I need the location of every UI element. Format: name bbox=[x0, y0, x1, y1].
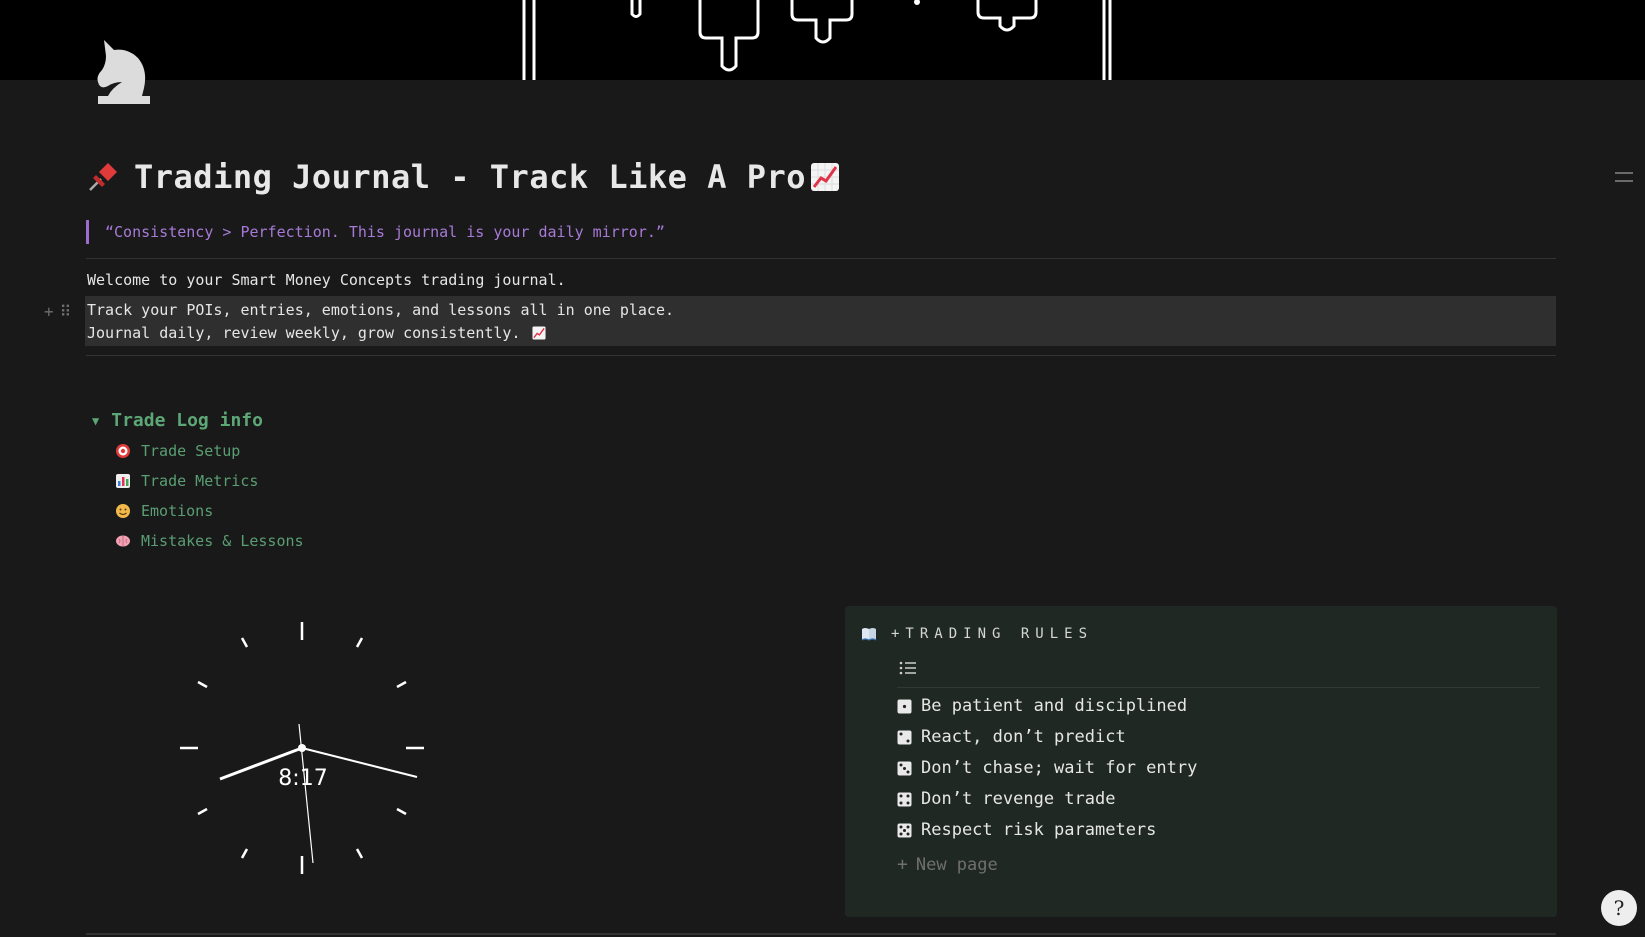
bar-chart-icon bbox=[116, 474, 130, 488]
help-button[interactable]: ? bbox=[1601, 890, 1637, 926]
list-item-trade-setup[interactable]: Trade Setup bbox=[115, 442, 240, 460]
divider bbox=[86, 258, 1556, 259]
target-icon bbox=[116, 444, 130, 458]
list-item-mistakes-lessons[interactable]: Mistakes & Lessons bbox=[115, 532, 304, 550]
trading-rules-callout: +TRADING RULES Be patient and discipline… bbox=[845, 606, 1557, 917]
list-item-label: Trade Metrics bbox=[141, 472, 259, 490]
pushpin-icon bbox=[89, 163, 117, 191]
toggle-label: Trade Log info bbox=[111, 410, 263, 431]
open-book-icon bbox=[861, 628, 877, 641]
rule-item[interactable]: React, don’t predict bbox=[897, 727, 1126, 747]
face-icon bbox=[116, 504, 130, 518]
die-one-icon bbox=[897, 699, 912, 713]
clock-time-label: 8:17 bbox=[278, 766, 327, 791]
analog-clock-widget: 8:17 bbox=[180, 622, 424, 874]
rule-item[interactable]: Respect risk parameters bbox=[897, 820, 1156, 840]
candlestick-cover-art bbox=[522, 0, 1112, 80]
list-item-trade-metrics[interactable]: Trade Metrics bbox=[115, 472, 258, 490]
quote-block[interactable]: “Consistency > Perfection. This journal … bbox=[86, 220, 665, 244]
cover-image bbox=[0, 0, 1645, 80]
page-title[interactable]: Trading Journal - Track Like A Pro bbox=[134, 158, 806, 196]
list-item-label: Mistakes & Lessons bbox=[141, 532, 304, 550]
new-page-label: New page bbox=[915, 854, 998, 875]
divider bbox=[86, 355, 1556, 356]
rule-label: Don’t chase; wait for entry bbox=[921, 758, 1198, 778]
toggle-arrow-icon[interactable]: ▼ bbox=[92, 414, 99, 428]
list-item-label: Emotions bbox=[141, 502, 214, 520]
divider bbox=[86, 933, 1556, 935]
drag-handle-icon[interactable]: ⠿ bbox=[60, 302, 72, 321]
list-view-icon[interactable] bbox=[899, 660, 917, 676]
plus-icon: + bbox=[897, 854, 908, 875]
die-three-icon bbox=[897, 761, 912, 775]
rule-item[interactable]: Be patient and disciplined bbox=[897, 696, 1187, 716]
rule-item[interactable]: Don’t revenge trade bbox=[897, 789, 1115, 809]
chess-knight-icon[interactable] bbox=[92, 38, 154, 108]
rule-label: Respect risk parameters bbox=[921, 820, 1157, 840]
rule-label: React, don’t predict bbox=[921, 727, 1126, 747]
quote-text: “Consistency > Perfection. This journal … bbox=[105, 223, 665, 241]
table-of-contents-indicator[interactable] bbox=[1615, 172, 1633, 188]
die-two-icon bbox=[897, 730, 912, 744]
help-icon: ? bbox=[1613, 896, 1625, 920]
block-handles[interactable]: + ⠿ bbox=[44, 302, 71, 321]
trading-rules-title[interactable]: +TRADING RULES bbox=[891, 626, 1093, 642]
journal-text: Journal daily, review weekly, grow consi… bbox=[87, 324, 521, 342]
list-item-emotions[interactable]: Emotions bbox=[115, 502, 213, 520]
welcome-text[interactable]: Welcome to your Smart Money Concepts tra… bbox=[87, 271, 566, 289]
die-four-icon bbox=[897, 792, 912, 806]
divider bbox=[897, 687, 1540, 688]
rule-item[interactable]: Don’t chase; wait for entry bbox=[897, 758, 1197, 778]
rule-label: Don’t revenge trade bbox=[921, 789, 1116, 809]
page-title-row: Trading Journal - Track Like A Pro bbox=[86, 158, 840, 196]
toggle-trade-log-info[interactable]: ▼ Trade Log info bbox=[92, 410, 263, 431]
rule-label: Be patient and disciplined bbox=[921, 696, 1188, 716]
add-block-icon[interactable]: + bbox=[44, 302, 54, 321]
track-text[interactable]: Track your POIs, entries, emotions, and … bbox=[87, 301, 674, 319]
journal-text-line[interactable]: Journal daily, review weekly, grow consi… bbox=[87, 324, 547, 342]
clock-center bbox=[298, 744, 306, 752]
chart-increasing-icon bbox=[811, 163, 840, 191]
chart-increasing-icon bbox=[532, 326, 547, 340]
trading-rules-header: +TRADING RULES bbox=[861, 626, 1093, 642]
new-page-button[interactable]: + New page bbox=[897, 854, 998, 875]
die-five-icon bbox=[897, 823, 912, 837]
list-item-label: Trade Setup bbox=[141, 442, 241, 460]
brain-icon bbox=[116, 535, 130, 547]
